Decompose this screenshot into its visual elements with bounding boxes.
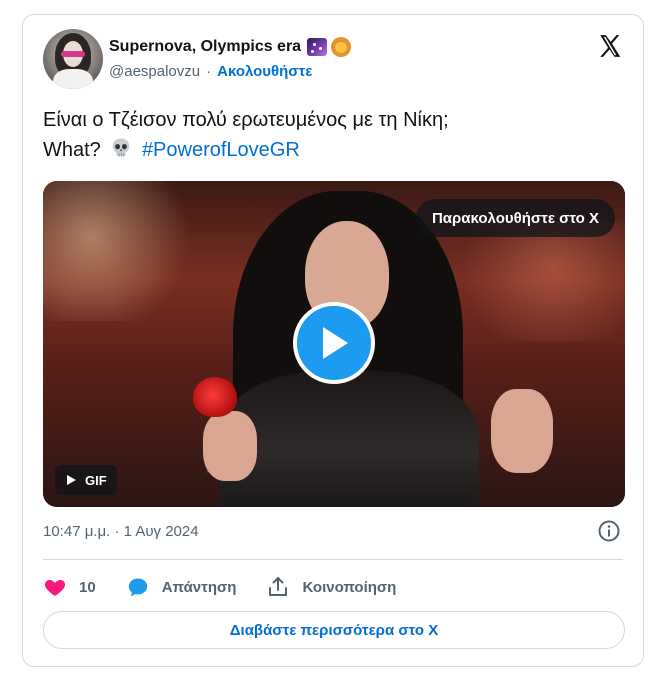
author-name-row: Supernova, Olympics era: [109, 37, 352, 57]
skull-emoji-icon: [113, 138, 130, 157]
reply-label: Απάντηση: [161, 578, 237, 596]
milky-way-emoji-icon: [307, 38, 328, 56]
play-button[interactable]: [293, 302, 375, 384]
share-icon: [269, 577, 288, 596]
hashtag-link[interactable]: #PowerofLoveGR: [142, 139, 300, 161]
tweet-card: Supernova, Olympics era @aespalovzu · Ακ…: [22, 14, 644, 667]
gif-badge: GIF: [55, 465, 117, 495]
like-count: 10: [79, 578, 96, 596]
action-bar: 10 Απάντηση Κοινοποίηση: [43, 569, 426, 605]
speech-bubble-icon: [128, 578, 147, 597]
author-handle-row: @aespalovzu · Ακολουθήστε: [109, 63, 312, 80]
tweet-text-line2: What? #PowerofLoveGR: [43, 135, 623, 165]
avatar-glasses: [61, 51, 85, 57]
info-icon[interactable]: [597, 519, 621, 543]
share-button[interactable]: Κοινοποίηση: [266, 575, 396, 599]
media-person-hand-right: [491, 389, 553, 473]
divider: [43, 559, 623, 560]
lion-emoji-icon: [331, 37, 352, 57]
watch-on-x-button[interactable]: Παρακολουθήστε στο Χ: [415, 199, 615, 237]
follow-link[interactable]: Ακολουθήστε: [217, 63, 312, 80]
play-icon: [323, 327, 348, 359]
like-button[interactable]: 10: [43, 575, 96, 599]
tweet-text: Είναι ο Τζέισον πολύ ερωτευμένος με τη Ν…: [43, 105, 623, 165]
media-light-left: [43, 181, 203, 321]
read-more-button[interactable]: Διαβάστε περισσότερα στο X: [43, 611, 625, 649]
author-handle[interactable]: @aespalovzu: [109, 63, 200, 80]
handle-separator: ·: [206, 63, 212, 80]
timestamp[interactable]: 10:47 μ.μ. · 1 Αυγ 2024: [43, 523, 199, 540]
reply-button[interactable]: Απάντηση: [126, 575, 237, 599]
play-small-icon: [67, 475, 76, 485]
avatar-body: [53, 69, 93, 89]
avatar[interactable]: [43, 29, 103, 89]
media-person-body: [219, 371, 479, 507]
x-logo-icon[interactable]: [597, 33, 623, 59]
share-label: Κοινοποίηση: [302, 578, 397, 596]
media-light-right: [445, 221, 625, 341]
tweet-text-line1: Είναι ο Τζέισον πολύ ερωτευμένος με τη Ν…: [43, 109, 449, 131]
author-display-name[interactable]: Supernova, Olympics era: [109, 38, 301, 56]
gif-media[interactable]: Παρακολουθήστε στο Χ GIF: [43, 181, 625, 507]
media-rose: [193, 377, 237, 417]
heart-icon: [44, 580, 66, 596]
gif-label: GIF: [85, 472, 107, 488]
media-person-hand-left: [203, 411, 257, 481]
tweet-text-what: What?: [43, 139, 101, 161]
